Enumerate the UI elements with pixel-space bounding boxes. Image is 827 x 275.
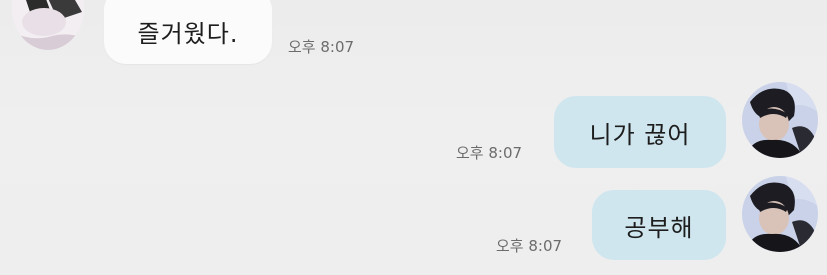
message-bubble-incoming[interactable]: 즐거웠다. [104,0,272,64]
chat-area: 즐거웠다. 오후 8:07 오후 8:07 니가 끊어 오후 8:07 공부해 [0,0,827,275]
message-text: 공부해 [624,213,694,242]
message-bubble-outgoing[interactable]: 니가 끊어 [554,96,726,168]
message-timestamp: 오후 8:07 [496,237,563,255]
message-text: 니가 끊어 [589,120,691,149]
message-bubble-outgoing[interactable]: 공부해 [592,190,726,260]
user-avatar[interactable] [742,82,818,158]
message-timestamp: 오후 8:07 [456,144,523,162]
message-timestamp: 오후 8:07 [288,38,355,56]
user-avatar[interactable] [742,176,818,252]
contact-avatar[interactable] [12,0,84,50]
message-text: 즐거웠다. [137,19,239,48]
